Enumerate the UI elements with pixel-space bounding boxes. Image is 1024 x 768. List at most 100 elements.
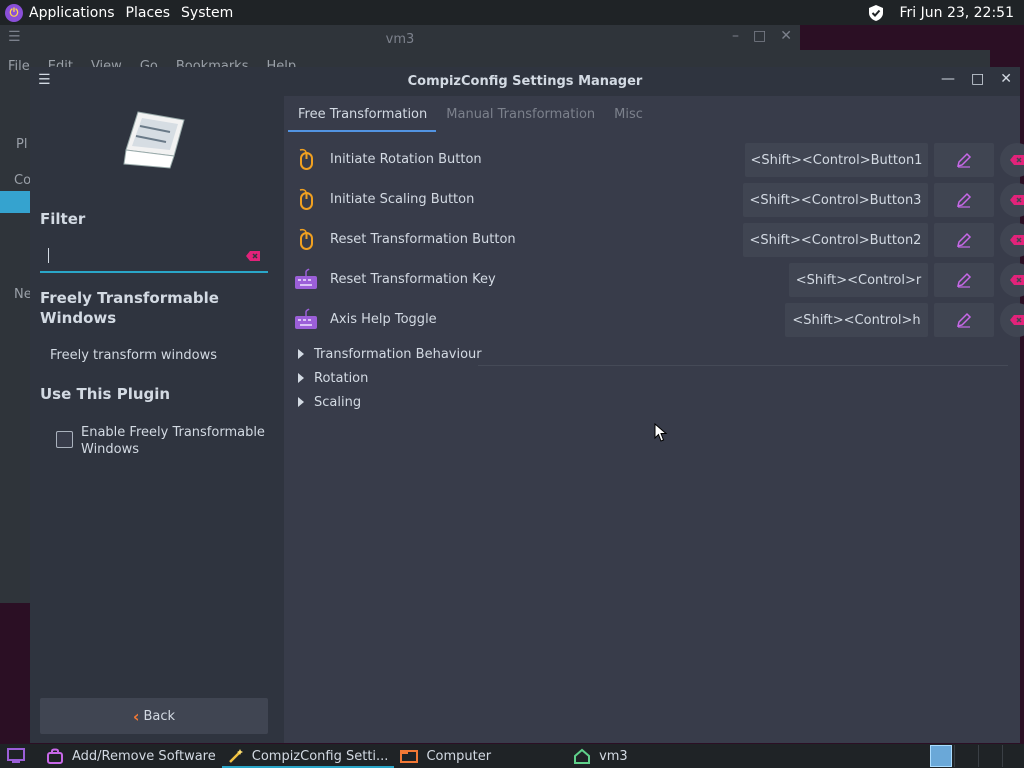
bg-minimize-icon[interactable]: – <box>732 28 739 44</box>
desktop-icon <box>6 747 26 765</box>
enable-plugin-row[interactable]: Enable Freely Transformable Windows <box>56 424 266 458</box>
plugin-description: Freely transform windows <box>50 348 217 363</box>
minimize-icon[interactable]: — <box>941 71 955 87</box>
binding-button[interactable]: <Shift><Control>Button3 <box>743 183 928 217</box>
taskbar-item-vm3[interactable]: vm3 <box>567 744 634 768</box>
enable-plugin-label[interactable]: Enable Freely Transformable Windows <box>81 424 266 458</box>
ccsm-titlebar: ☰ CompizConfig Settings Manager — □ ✕ <box>30 67 1020 96</box>
binding-button[interactable]: <Shift><Control>r <box>789 263 928 297</box>
menu-system[interactable]: System <box>181 5 233 21</box>
top-panel: ⏻ Applications Places System Fri Jun 23,… <box>0 0 1024 25</box>
back-button-label: Back <box>143 708 176 724</box>
show-desktop-button[interactable] <box>0 744 40 768</box>
group-scaling[interactable]: Scaling <box>298 390 1020 414</box>
group-label: Scaling <box>314 394 362 410</box>
clear-binding-button[interactable] <box>1000 223 1024 257</box>
enable-plugin-checkbox[interactable] <box>56 431 73 448</box>
filter-heading: Filter <box>40 210 86 228</box>
tab-manual-transformation[interactable]: Manual Transformation <box>436 96 604 132</box>
settings-pane: Free Transformation Manual Transformatio… <box>284 96 1024 743</box>
mouse-icon <box>294 148 318 172</box>
taskbar-item-label: CompizConfig Setti... <box>251 748 389 764</box>
home-icon <box>573 748 591 764</box>
edit-binding-button[interactable] <box>934 303 994 337</box>
expander-icon <box>298 349 304 359</box>
taskbar: Add/Remove Software CompizConfig Setti..… <box>0 744 1024 768</box>
window-title: CompizConfig Settings Manager <box>407 74 643 89</box>
bg-menu-icon[interactable]: ☰ <box>8 29 21 45</box>
ccsm-icon <box>228 748 244 764</box>
mouse-pointer-icon <box>654 422 668 447</box>
expander-icon <box>298 373 304 383</box>
filter-field[interactable] <box>40 240 268 273</box>
bg-selected-item[interactable] <box>0 191 30 213</box>
setting-row: Axis Help Toggle <Shift><Control>h <box>284 300 1024 340</box>
taskbar-item-ccsm[interactable]: CompizConfig Setti... <box>221 744 395 768</box>
plugin-name: Freely Transformable Windows <box>40 289 219 327</box>
setting-row: Initiate Scaling Button <Shift><Control>… <box>284 180 1024 220</box>
group-label: Transformation Behaviour <box>314 346 482 362</box>
maximize-icon[interactable]: □ <box>971 71 984 87</box>
clear-binding-button[interactable] <box>1000 143 1024 177</box>
setting-label: Initiate Scaling Button <box>330 192 475 207</box>
shield-icon[interactable] <box>867 4 885 22</box>
bg-close-icon[interactable]: ✕ <box>780 28 792 44</box>
close-icon[interactable]: ✕ <box>1000 71 1012 87</box>
setting-row: Reset Transformation Key <Shift><Control… <box>284 260 1024 300</box>
folder-icon <box>400 748 419 764</box>
software-icon <box>46 747 64 765</box>
system-tray <box>928 744 1024 768</box>
notes-icon[interactable] <box>930 745 952 767</box>
keyboard-icon <box>294 268 318 292</box>
mouse-icon <box>294 188 318 212</box>
window-menu-icon[interactable]: ☰ <box>38 72 51 88</box>
settings-list: Initiate Rotation Button <Shift><Control… <box>284 140 1024 340</box>
group-rotation[interactable]: Rotation <box>298 366 1020 390</box>
keyboard-icon <box>294 308 318 332</box>
group-transformation-behaviour[interactable]: Transformation Behaviour <box>298 342 1020 366</box>
mouse-icon <box>294 228 318 252</box>
edit-binding-button[interactable] <box>934 263 994 297</box>
menu-applications[interactable]: Applications <box>29 5 115 21</box>
binding-button[interactable]: <Shift><Control>Button2 <box>743 223 928 257</box>
use-plugin-heading: Use This Plugin <box>40 385 171 403</box>
bg-menu-file[interactable]: File <box>8 59 30 74</box>
taskbar-item-label: Computer <box>426 748 492 764</box>
edit-binding-button[interactable] <box>934 143 994 177</box>
tray-slot[interactable] <box>978 745 1000 767</box>
expander-icon <box>298 397 304 407</box>
edit-binding-button[interactable] <box>934 223 994 257</box>
setting-row: Initiate Rotation Button <Shift><Control… <box>284 140 1024 180</box>
plugin-icon <box>120 108 190 176</box>
setting-label: Axis Help Toggle <box>330 312 437 327</box>
ccsm-window: ☰ CompizConfig Settings Manager — □ ✕ Fi… <box>30 67 1024 743</box>
clear-binding-button[interactable] <box>1000 303 1024 337</box>
binding-button[interactable]: <Shift><Control>h <box>785 303 928 337</box>
clear-filter-icon[interactable] <box>246 250 260 265</box>
setting-label: Reset Transformation Button <box>330 232 516 247</box>
setting-label: Initiate Rotation Button <box>330 152 482 167</box>
tray-slot[interactable] <box>1002 745 1024 767</box>
back-button[interactable]: ‹ Back <box>40 698 268 734</box>
taskbar-item-label: vm3 <box>599 748 628 764</box>
filter-input[interactable] <box>48 248 238 263</box>
menu-places[interactable]: Places <box>126 5 171 21</box>
tab-free-transformation[interactable]: Free Transformation <box>288 96 437 132</box>
setting-label: Reset Transformation Key <box>330 272 496 287</box>
bg-maximize-icon[interactable]: □ <box>753 28 766 44</box>
taskbar-item-computer[interactable]: Computer <box>394 744 497 768</box>
setting-row: Reset Transformation Button <Shift><Cont… <box>284 220 1024 260</box>
binding-button[interactable]: <Shift><Control>Button1 <box>745 143 928 177</box>
bg-window-title: vm3 <box>385 31 415 47</box>
tray-slot[interactable] <box>954 745 976 767</box>
clear-binding-button[interactable] <box>1000 263 1024 297</box>
bg-sidebar-fragment: Pl <box>16 137 28 152</box>
tab-misc[interactable]: Misc <box>604 96 652 132</box>
taskbar-item-label: Add/Remove Software <box>72 748 216 764</box>
clock[interactable]: Fri Jun 23, 22:51 <box>899 5 1014 21</box>
tab-bar: Free Transformation Manual Transformatio… <box>288 96 652 132</box>
edit-binding-button[interactable] <box>934 183 994 217</box>
app-menu-logo-icon[interactable]: ⏻ <box>5 3 23 22</box>
taskbar-item-add-remove-software[interactable]: Add/Remove Software <box>40 744 222 768</box>
clear-binding-button[interactable] <box>1000 183 1024 217</box>
